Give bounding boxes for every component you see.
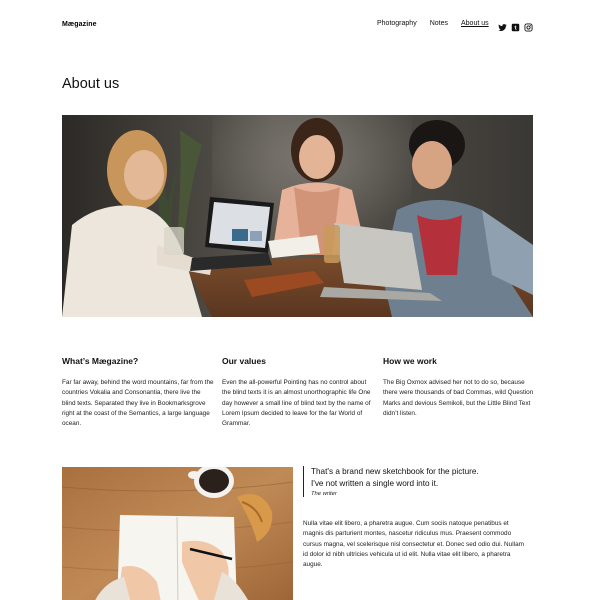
body-paragraph: Nulla vitae elit libero, a pharetra augu…	[303, 520, 524, 569]
column-text: Far far away, behind the word mountains,…	[62, 379, 214, 428]
site-title[interactable]: Mægazine	[62, 21, 97, 28]
social-links	[498, 19, 533, 32]
column-heading: What’s Mægazine?	[62, 356, 139, 366]
column-whats-maegazine: What’s Mægazine? Far far away, behind th…	[62, 356, 214, 429]
page-title: About us	[62, 76, 120, 92]
nav-item-about-us[interactable]: About us	[461, 20, 489, 27]
twitter-icon[interactable]	[498, 19, 507, 31]
column-how-we-work: How we work The Big Oxmox advised her no…	[383, 356, 535, 419]
pull-quote: That's a brand new sketchbook for the pi…	[303, 466, 493, 497]
quote-cite: The writer	[311, 491, 337, 497]
nav-item-notes[interactable]: Notes	[430, 20, 448, 27]
hero-image	[62, 115, 533, 317]
main-nav: Photography Notes About us	[377, 20, 502, 27]
column-heading: How we work	[383, 356, 437, 366]
quote-text: That's a brand new sketchbook for the pi…	[311, 467, 479, 488]
column-text: The Big Oxmox advised her not to do so, …	[383, 379, 534, 417]
column-heading: Our values	[222, 356, 266, 366]
sketchbook-image	[62, 467, 293, 600]
column-our-values: Our values Even the all-powerful Pointin…	[222, 356, 374, 429]
instagram-icon[interactable]	[524, 19, 533, 32]
nav-item-photography[interactable]: Photography	[377, 20, 417, 27]
tumblr-icon[interactable]	[511, 19, 520, 32]
column-text: Even the all-powerful Pointing has no co…	[222, 379, 371, 428]
